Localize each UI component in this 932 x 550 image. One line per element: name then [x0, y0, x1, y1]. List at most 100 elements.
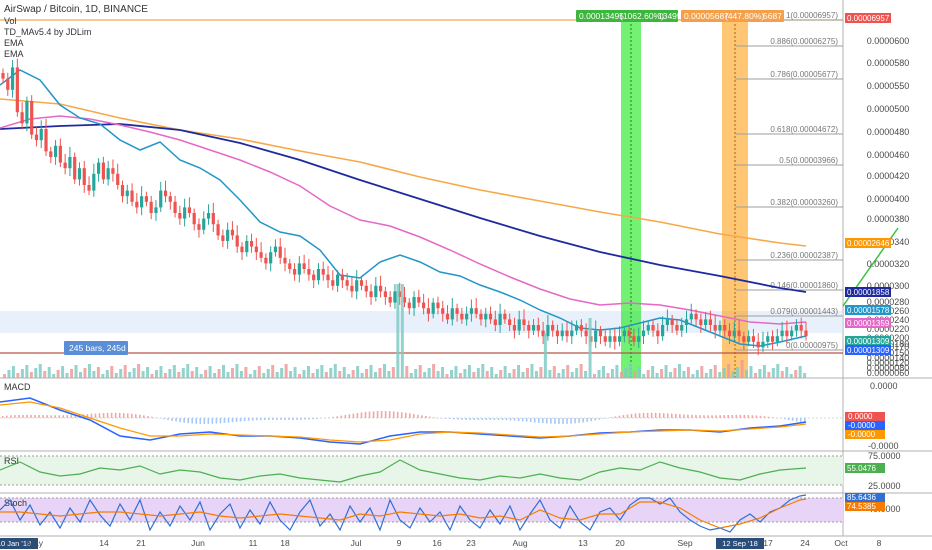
- volume-bar: [450, 370, 453, 378]
- fib-label: 0.236(0.00002387): [770, 251, 838, 260]
- price-tick: 0.0000580: [867, 58, 910, 68]
- volume-bar: [530, 364, 534, 378]
- x-axis-label: 23: [466, 538, 476, 548]
- volume-bar: [70, 369, 74, 378]
- volume-bar: [289, 371, 293, 378]
- candle-body: [804, 330, 808, 337]
- macd-histogram-bar: [421, 415, 423, 418]
- macd-histogram-bar: [546, 418, 548, 424]
- macd-histogram-bar: [558, 418, 560, 424]
- macd-histogram-bar: [90, 413, 93, 418]
- macd-axis-top: 0.0000: [870, 381, 898, 391]
- macd-histogram-bar: [529, 418, 532, 423]
- macd-histogram-bar: [312, 418, 314, 420]
- volume-bar: [512, 369, 516, 378]
- candle-body: [120, 185, 125, 197]
- macd-histogram-bar: [352, 413, 355, 418]
- volume-bar: [445, 374, 449, 378]
- volume-bar: [543, 333, 547, 378]
- volume-bar: [713, 365, 717, 378]
- volume-bar: [552, 366, 556, 378]
- volume-bar: [669, 372, 673, 378]
- macd-histogram-bar: [425, 415, 427, 418]
- candle-body: [656, 330, 660, 337]
- volume-bar: [159, 366, 163, 378]
- macd-histogram-bar: [513, 418, 516, 421]
- macd-histogram-bar: [356, 413, 359, 418]
- macd-histogram-bar: [477, 418, 480, 420]
- macd-histogram-bar: [195, 418, 198, 424]
- volume-bar: [579, 364, 583, 378]
- candle-body: [522, 319, 526, 325]
- volume-bar: [776, 364, 780, 378]
- candle-body: [684, 319, 689, 325]
- candle-body: [584, 330, 588, 337]
- candle-body: [192, 213, 196, 225]
- candle-body: [479, 313, 483, 320]
- macd-histogram-bar: [638, 413, 641, 418]
- macd-histogram-bar: [417, 414, 419, 418]
- candle-body: [742, 336, 746, 342]
- range-label[interactable]: 245 bars, 245d: [64, 341, 128, 355]
- macd-histogram-bar: [316, 418, 318, 419]
- candle-body: [766, 336, 770, 342]
- macd-histogram-bar: [521, 418, 524, 422]
- volume-bar: [110, 366, 114, 378]
- candle-body: [211, 213, 215, 225]
- macd-histogram-bar: [122, 413, 125, 418]
- candle-body: [694, 313, 698, 320]
- macd-histogram-bar: [372, 411, 375, 418]
- macd-histogram-bar: [151, 416, 153, 418]
- macd-histogram-bar: [542, 418, 544, 424]
- candle-body: [34, 134, 39, 141]
- macd-histogram-bar: [739, 414, 742, 418]
- volume-bar: [315, 369, 319, 378]
- fib-label: 0.5(0.00003966): [779, 156, 838, 165]
- macd-histogram-bar: [267, 418, 270, 420]
- volume-bar: [190, 371, 194, 378]
- fib-label: 0.382(0.00003260): [770, 198, 838, 207]
- macd-histogram-bar: [348, 414, 351, 418]
- volume-bar: [382, 364, 386, 378]
- macd-histogram-bar: [481, 418, 484, 420]
- orange-measure-box[interactable]: 0.00005687 (447.80%) 5687: [681, 10, 784, 22]
- green-measure-box[interactable]: 0.00013495 (1062.60%) 13495: [576, 10, 682, 22]
- macd-histogram-bar: [586, 418, 588, 422]
- candle-body: [603, 336, 607, 342]
- macd-histogram-bar: [114, 412, 117, 418]
- x-axis-label: 13: [578, 538, 588, 548]
- volume-bar: [186, 364, 190, 378]
- macd-histogram-bar: [98, 413, 101, 418]
- volume-bar: [673, 368, 677, 378]
- macd-histogram-bar: [384, 411, 387, 418]
- macd-histogram-bar: [102, 413, 105, 418]
- macd-histogram-bar: [159, 418, 161, 419]
- volume-bar: [150, 374, 154, 378]
- macd-histogram-bar: [783, 418, 786, 420]
- volume-bar: [47, 367, 51, 378]
- volume-bar: [226, 372, 230, 378]
- macd-tag-3: -0.0000: [848, 430, 876, 439]
- macd-histogram-bar: [771, 417, 774, 418]
- macd-histogram-bar: [618, 415, 621, 418]
- legend-tdma: TD_MAv5.4 by JDLim: [4, 27, 91, 37]
- macd-histogram-bar: [223, 418, 226, 423]
- macd-histogram-bar: [501, 418, 504, 421]
- volume-bar: [123, 365, 127, 378]
- volume-bar: [11, 366, 15, 378]
- macd-histogram-bar: [449, 418, 451, 420]
- candle-body: [6, 78, 10, 90]
- candle-body: [617, 336, 622, 342]
- candle-body: [316, 269, 321, 281]
- volume-bar: [525, 368, 529, 378]
- green-measure-value: 0.00013495: [579, 11, 624, 21]
- rsi-pane[interactable]: RSI 75.0000 25.0000: [0, 451, 901, 491]
- macd-histogram-bar: [62, 415, 65, 418]
- fib-label: 0.079(0.00001443): [770, 307, 838, 316]
- volume-bar: [87, 364, 91, 378]
- candle-body: [178, 213, 182, 219]
- candle-body: [206, 213, 211, 219]
- macd-histogram-bar: [259, 418, 262, 421]
- volume-bar: [351, 370, 355, 378]
- volume-bar: [360, 373, 364, 378]
